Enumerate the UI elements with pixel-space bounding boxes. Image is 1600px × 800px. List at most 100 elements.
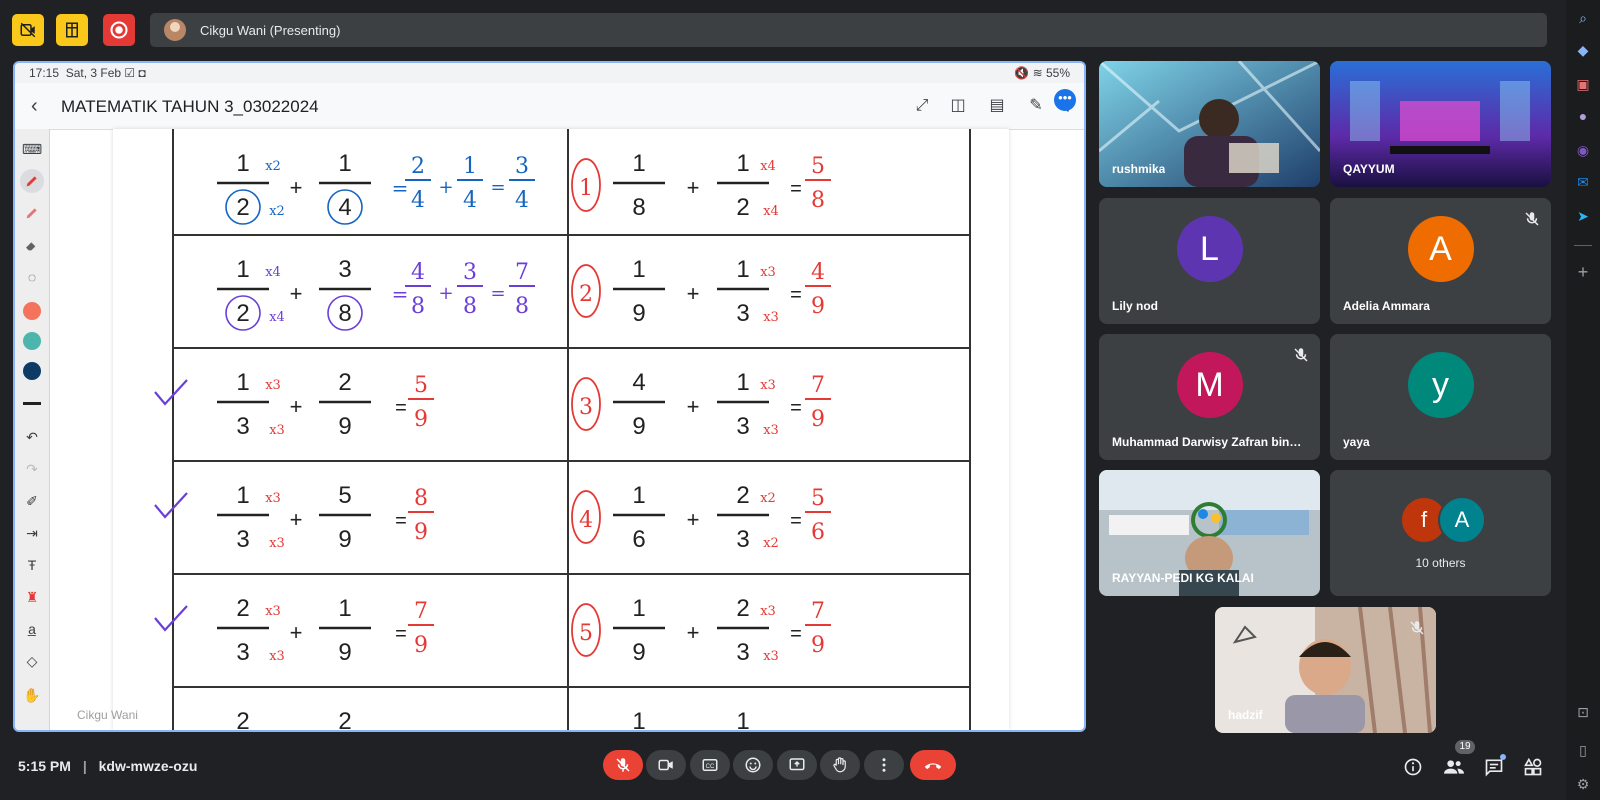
equals-sign: = — [395, 623, 407, 645]
participant-tile[interactable]: rushmika — [1099, 61, 1320, 187]
answer-fraction-denominator: 9 — [811, 407, 825, 432]
participant-tile[interactable]: hadzif — [1215, 607, 1436, 733]
color-orange[interactable] — [20, 299, 44, 323]
chat-unread-dot — [1500, 754, 1506, 760]
left-fraction-2-numerator: 1 — [338, 595, 351, 622]
add-icon[interactable]: + — [1573, 262, 1593, 282]
right-multiplier-numerator: x3 — [760, 265, 776, 280]
settings-gear-icon[interactable]: ⚙ — [1573, 774, 1593, 794]
shape-pen-icon[interactable]: ✐ — [20, 489, 44, 513]
right-multiplier-denominator: x4 — [763, 204, 779, 219]
leave-call-button[interactable] — [910, 750, 956, 780]
right-fraction-2-numerator: 2 — [736, 595, 749, 622]
clock-time: 5:15 PM — [18, 758, 71, 774]
participant-tile[interactable]: L Lily nod — [1099, 198, 1320, 324]
shapes-icon[interactable]: ◇ — [20, 649, 44, 673]
left-multiplier-denominator: x2 — [269, 204, 285, 219]
send-icon[interactable]: ➤ — [1573, 206, 1593, 226]
equals-sign: = — [790, 510, 802, 532]
tag-icon[interactable]: ◆ — [1573, 40, 1593, 60]
status-time: 17:15 — [29, 66, 60, 80]
answer-fraction-denominator: 9 — [414, 633, 428, 658]
redo-icon[interactable]: ↷ — [20, 457, 44, 481]
participant-tile[interactable]: A Adelia Ammara — [1330, 198, 1551, 324]
camera-toggle-button[interactable] — [646, 750, 686, 780]
attach-icon[interactable]: ✎ — [1025, 95, 1047, 117]
meeting-details-button[interactable] — [1401, 756, 1425, 778]
lasso-icon[interactable]: ◌ — [20, 265, 44, 289]
captions-button[interactable]: CC — [690, 750, 730, 780]
indent-icon[interactable]: ⇥ — [20, 521, 44, 545]
people-app-icon[interactable]: ● — [1573, 106, 1593, 126]
answer-fraction-numerator: 7 — [811, 373, 825, 398]
more-options-button[interactable] — [864, 750, 904, 780]
orange-swatch-icon — [23, 302, 41, 320]
participant-tile[interactable]: QAYYUM — [1330, 61, 1551, 187]
left-fraction-2-denominator: 9 — [338, 639, 351, 666]
answer-fraction-numerator: 4 — [811, 260, 825, 285]
chat-button[interactable] — [1482, 754, 1506, 778]
end-call-icon — [924, 763, 942, 770]
stroke-width-icon[interactable] — [20, 391, 44, 415]
participant-tile[interactable]: y yaya — [1330, 334, 1551, 460]
keyboard-icon[interactable]: ⌨ — [20, 137, 44, 161]
shared-screen[interactable]: 17:15 Sat, 3 Feb ☑ ◘ 🔇 ≋ 55% ‹ MATEMATIK… — [13, 61, 1086, 732]
right-multiplier-numerator: x3 — [760, 378, 776, 393]
copilot-icon[interactable]: ◉ — [1573, 140, 1593, 160]
mic-toggle-button[interactable] — [603, 750, 643, 780]
no-video-icon — [20, 22, 36, 38]
others-tile[interactable]: f A 10 others — [1330, 470, 1551, 596]
participant-tile[interactable]: RAYYAN-PEDI KG KALAI — [1099, 470, 1320, 596]
split-view-icon[interactable]: ◫ — [947, 95, 969, 117]
text-box-icon[interactable]: a̲ — [20, 617, 44, 641]
right-fraction-2-denominator: 3 — [736, 300, 749, 327]
raise-hand-icon — [833, 757, 846, 773]
presenter-watermark: Cikgu Wani — [77, 708, 138, 722]
stamp-icon[interactable]: ♜ — [20, 585, 44, 609]
working-fraction-numerator: 3 — [463, 260, 477, 285]
plus-sign: + — [687, 394, 700, 419]
plus-sign: + — [290, 175, 303, 200]
presenting-banner[interactable]: Cikgu Wani (Presenting) — [150, 13, 1547, 47]
briefcase-icon[interactable]: ▣ — [1573, 74, 1593, 94]
raise-hand-button[interactable] — [820, 750, 860, 780]
plus-sign: + — [290, 394, 303, 419]
undo-icon[interactable]: ↶ — [20, 425, 44, 449]
eraser-icon[interactable] — [20, 233, 44, 257]
sidebar-toggle-icon[interactable]: ▯ — [1573, 740, 1593, 760]
question-number: 3 — [579, 395, 593, 420]
page-icon[interactable]: ▤ — [986, 95, 1008, 117]
answer-fraction-denominator: 8 — [811, 188, 825, 213]
hide-screen-button[interactable] — [12, 14, 44, 46]
working-fraction-denominator: 8 — [463, 294, 477, 319]
expand-icon[interactable]: ⤢ — [911, 95, 933, 117]
hand-tool-icon[interactable]: ✋ — [20, 683, 44, 707]
separator: | — [82, 758, 87, 774]
back-arrow-icon[interactable]: ‹ — [31, 95, 38, 118]
search-icon[interactable]: ⌕ — [1573, 8, 1593, 28]
color-navy[interactable] — [20, 359, 44, 383]
check-mark — [154, 605, 188, 632]
left-fraction-2-numerator: 3 — [338, 256, 351, 283]
working-fraction-numerator: 3 — [515, 154, 529, 179]
record-button[interactable] — [103, 14, 135, 46]
text-tool-icon[interactable]: Ŧ — [20, 553, 44, 577]
annotation-toolbar: ⌨ ◌ ↶ ↷ ✐ ⇥ Ŧ ♜ a̲ ◇ ✋ — [15, 129, 50, 730]
more-dots-icon[interactable]: ••• — [1054, 89, 1076, 111]
outlook-icon[interactable]: ✉ — [1573, 172, 1593, 192]
highlighter-icon[interactable] — [20, 201, 44, 225]
participant-tile[interactable]: M Muhammad Darwisy Zafran bin ... — [1099, 334, 1320, 460]
emoji-reactions-button[interactable] — [733, 750, 773, 780]
right-fraction-1-numerator: 1 — [632, 595, 645, 622]
color-teal[interactable] — [20, 329, 44, 353]
left-fraction-2-numerator: 2 — [338, 369, 351, 396]
answer-fraction-numerator: 5 — [414, 373, 428, 398]
worksheet-page: 1 2 x2 x2 +1 4 = 2 4 +1 4 = 3 4 1 1 8 +1 2 x4 x4 = 5 8 1 2 x4 x4 +3 8… — [113, 129, 1009, 730]
present-now-button[interactable] — [777, 750, 817, 780]
plus-sign: + — [290, 507, 303, 532]
people-button[interactable] — [1442, 756, 1466, 778]
activities-button[interactable] — [1521, 756, 1545, 778]
building-button[interactable] — [56, 14, 88, 46]
screenshot-icon[interactable]: ⊡ — [1573, 702, 1593, 722]
pen-icon[interactable] — [20, 169, 44, 193]
